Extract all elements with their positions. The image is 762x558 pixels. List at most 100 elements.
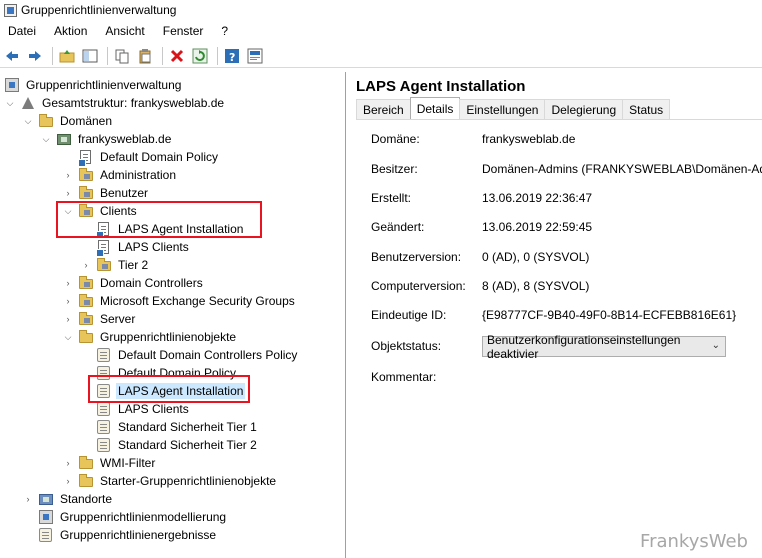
- title-bar: Gruppenrichtlinienverwaltung: [0, 0, 762, 20]
- chevron-down-icon[interactable]: ⌵: [40, 133, 52, 145]
- tree-label: Starter-Gruppenrichtlinienobjekte: [100, 474, 277, 488]
- menu-datei[interactable]: Datei: [2, 24, 42, 38]
- user-version-value: 0 (AD), 0 (SYSVOL): [482, 250, 590, 264]
- tree-label: Domain Controllers: [100, 276, 203, 290]
- copy-icon[interactable]: [112, 46, 132, 66]
- tree-item-gpo-std-tier2[interactable]: Standard Sicherheit Tier 2: [80, 436, 259, 454]
- tree-item-exchange-groups[interactable]: › Microsoft Exchange Security Groups: [62, 292, 297, 310]
- properties-icon[interactable]: [245, 46, 265, 66]
- tree-label: LAPS Clients: [118, 240, 189, 254]
- tree-label: Administration: [100, 168, 177, 182]
- folder-icon: [78, 473, 94, 489]
- owner-label: Besitzer:: [371, 162, 418, 176]
- tree-item-wmi-filter[interactable]: › WMI-Filter: [62, 454, 157, 472]
- menu-ansicht[interactable]: Ansicht: [99, 24, 150, 38]
- delete-icon[interactable]: [167, 46, 187, 66]
- sites-icon: [38, 491, 54, 507]
- tree-item-administration[interactable]: › Administration: [62, 166, 178, 184]
- chevron-right-icon[interactable]: ›: [62, 187, 74, 199]
- tree-item-forest[interactable]: ⌵ Gesamtstruktur: frankysweblab.de: [4, 94, 226, 112]
- tree-item-standorte[interactable]: › Standorte: [22, 490, 114, 508]
- domain-icon: [56, 131, 72, 147]
- tree-label: LAPS Clients: [118, 402, 189, 416]
- details-tab-body: Domäne: frankysweblab.de Besitzer: Domän…: [356, 119, 762, 549]
- toolbar: ?: [0, 44, 762, 68]
- chevron-right-icon[interactable]: ›: [62, 277, 74, 289]
- chevron-right-icon[interactable]: ›: [62, 169, 74, 181]
- tab-status[interactable]: Status: [622, 99, 671, 119]
- show-hide-tree-icon[interactable]: [80, 46, 100, 66]
- ou-folder-icon: [78, 311, 94, 327]
- unique-id-value: {E98777CF-9B40-49F0-8B14-ECFEBB816E61}: [482, 308, 737, 322]
- menu-bar: Datei Aktion Ansicht Fenster ?: [0, 21, 762, 41]
- tree-label: Default Domain Policy: [100, 150, 219, 164]
- tree-item-clients-laps-clients-link[interactable]: LAPS Clients: [80, 238, 191, 257]
- chevron-down-icon[interactable]: ⌵: [62, 331, 74, 343]
- back-arrow-icon[interactable]: [2, 46, 22, 66]
- tree-item-domain-controllers[interactable]: › Domain Controllers: [62, 274, 205, 292]
- tree-label: WMI-Filter: [100, 456, 156, 470]
- detail-title: LAPS Agent Installation: [356, 78, 526, 95]
- chevron-right-icon[interactable]: ›: [80, 259, 92, 271]
- chevron-down-icon[interactable]: ⌵: [4, 97, 16, 109]
- domain-label: Domäne:: [371, 132, 420, 146]
- tree-item-domain[interactable]: ⌵ frankysweblab.de: [40, 130, 173, 148]
- paste-icon[interactable]: [135, 46, 155, 66]
- chevron-right-icon[interactable]: ›: [62, 457, 74, 469]
- tab-einstellungen[interactable]: Einstellungen: [459, 99, 546, 119]
- toolbar-separator: [217, 46, 218, 65]
- tree-label: Default Domain Controllers Policy: [118, 348, 298, 362]
- tree-item-ergebnisse[interactable]: Gruppenrichtlinienergebnisse: [22, 526, 218, 544]
- menu-help[interactable]: ?: [215, 24, 234, 38]
- forward-arrow-icon[interactable]: [25, 46, 45, 66]
- help-icon[interactable]: ?: [222, 46, 242, 66]
- menu-aktion[interactable]: Aktion: [48, 24, 93, 38]
- tree-item-gpo-container[interactable]: ⌵ Gruppenrichtlinienobjekte: [62, 328, 238, 346]
- computer-version-value: 8 (AD), 8 (SYSVOL): [482, 279, 590, 293]
- refresh-icon[interactable]: [190, 46, 210, 66]
- gpo-icon: [96, 437, 112, 453]
- tree-item-root[interactable]: Gruppenrichtlinienverwaltung: [4, 76, 183, 94]
- tree-pane: Gruppenrichtlinienverwaltung ⌵ Gesamtstr…: [0, 72, 346, 558]
- toolbar-separator: [52, 46, 53, 65]
- created-label: Erstellt:: [371, 191, 412, 205]
- chevron-right-icon[interactable]: ›: [62, 313, 74, 325]
- tree-item-modellierung[interactable]: Gruppenrichtlinienmodellierung: [22, 508, 228, 526]
- tree-item-default-domain-policy-link[interactable]: Default Domain Policy: [62, 148, 220, 167]
- tree-item-starter-gpo[interactable]: › Starter-Gruppenrichtlinienobjekte: [62, 472, 278, 490]
- watermark: FrankysWeb: [640, 531, 748, 552]
- gpo-icon: [96, 347, 112, 363]
- tree-item-domains[interactable]: ⌵ Domänen: [22, 112, 114, 130]
- domain-value: frankysweblab.de: [482, 132, 576, 146]
- chevron-right-icon[interactable]: ›: [62, 475, 74, 487]
- tree-item-tier2[interactable]: › Tier 2: [80, 256, 150, 274]
- tree-item-gpo-std-tier1[interactable]: Standard Sicherheit Tier 1: [80, 418, 259, 436]
- tree-item-gpo-default-dc-policy[interactable]: Default Domain Controllers Policy: [80, 346, 299, 364]
- gpo-icon: [96, 401, 112, 417]
- tab-delegierung[interactable]: Delegierung: [544, 99, 624, 119]
- tab-bereich[interactable]: Bereich: [356, 99, 411, 119]
- tab-bar: Bereich Details Einstellungen Delegierun…: [356, 97, 671, 119]
- tree-item-server[interactable]: › Server: [62, 310, 137, 328]
- ou-folder-icon: [78, 275, 94, 291]
- status-dropdown-value: Benutzerkonfigurationseinstellungen deak…: [487, 332, 681, 361]
- folder-up-icon[interactable]: [57, 46, 77, 66]
- chevron-down-icon[interactable]: ⌵: [22, 115, 34, 127]
- tab-details[interactable]: Details: [409, 97, 461, 119]
- modeling-icon: [38, 509, 54, 525]
- tree-item-benutzer[interactable]: › Benutzer: [62, 184, 150, 202]
- tree-label: Gruppenrichtlinienmodellierung: [60, 510, 227, 524]
- folder-icon: [78, 455, 94, 471]
- gpo-link-icon: [96, 239, 112, 257]
- created-value: 13.06.2019 22:36:47: [482, 191, 593, 205]
- chevron-right-icon[interactable]: ›: [62, 295, 74, 307]
- folder-icon: [38, 113, 54, 129]
- toolbar-separator: [107, 46, 108, 65]
- chevron-right-icon[interactable]: ›: [22, 493, 34, 505]
- unique-id-label: Eindeutige ID:: [371, 308, 447, 322]
- menu-fenster[interactable]: Fenster: [157, 24, 210, 38]
- window-title: Gruppenrichtlinienverwaltung: [21, 3, 177, 17]
- annotation-highlight-box: [88, 375, 250, 403]
- status-dropdown[interactable]: Benutzerkonfigurationseinstellungen deak…: [482, 333, 726, 361]
- owner-value: Domänen-Admins (FRANKYSWEBLAB\Domänen-Ad…: [482, 162, 762, 176]
